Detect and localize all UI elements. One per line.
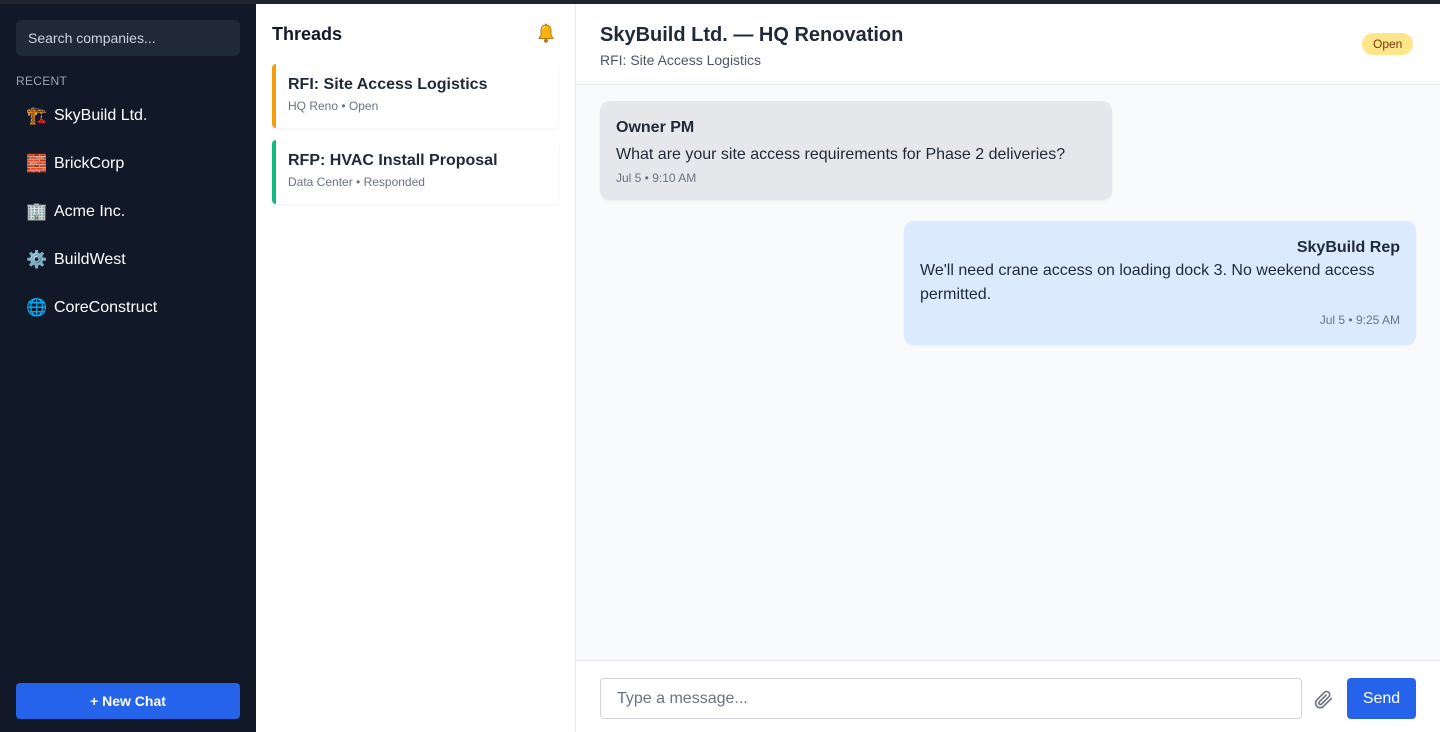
company-item-brickcorp[interactable]: 🧱 BrickCorp [16,140,240,188]
message-timestamp: Jul 5 • 9:25 AM [1319,313,1400,327]
message-incoming: Owner PM What are your site access requi… [600,101,1112,200]
company-name: BrickCorp [54,155,125,172]
message-composer: Send [576,660,1440,732]
thread-item-rfi-site-access[interactable]: RFI: Site Access Logistics HQ Reno • Ope… [272,64,559,128]
thread-title: RFP: HVAC Install Proposal [288,152,498,169]
thread-item-rfp-hvac[interactable]: RFP: HVAC Install Proposal Data Center •… [272,140,559,204]
paperclip-icon[interactable] [1312,688,1334,710]
message-author: Owner PM [616,119,695,136]
app-root: RECENT 🏗️ SkyBuild Ltd. 🧱 BrickCorp 🏢 Ac… [0,4,1440,732]
gear-icon: ⚙️ [26,250,48,269]
company-name: Acme Inc. [54,203,126,220]
company-item-acme[interactable]: 🏢 Acme Inc. [16,188,240,236]
threads-panel: Threads RFI: Site Access Logistics HQ Re… [256,4,576,732]
company-name: CoreConstruct [54,299,158,316]
thread-subtitle: HQ Reno • Open [288,99,379,113]
company-item-buildwest[interactable]: ⚙️ BuildWest [16,236,240,284]
conversation-header: SkyBuild Ltd. — HQ Renovation RFI: Site … [576,4,1440,85]
message-timestamp: Jul 5 • 9:10 AM [616,171,697,185]
status-badge: Open [1362,33,1414,55]
message-input[interactable] [600,678,1302,719]
company-name: BuildWest [54,251,126,268]
message-text: We'll need crane access on loading dock … [920,262,1375,303]
thread-title: RFI: Site Access Logistics [288,76,488,93]
company-search-input[interactable] [16,20,240,56]
company-item-coreconstruct[interactable]: 🌐 CoreConstruct [16,284,240,332]
sidebar: RECENT 🏗️ SkyBuild Ltd. 🧱 BrickCorp 🏢 Ac… [0,4,256,732]
threads-title: Threads [272,24,343,44]
company-name: SkyBuild Ltd. [54,107,148,124]
send-button[interactable]: Send [1347,678,1416,719]
brick-icon: 🧱 [26,154,48,173]
company-list: 🏗️ SkyBuild Ltd. 🧱 BrickCorp 🏢 Acme Inc.… [16,92,240,332]
new-chat-button[interactable]: + New Chat [16,683,240,719]
office-building-icon: 🏢 [26,202,48,221]
recent-section-label: RECENT [16,74,68,88]
conversation-subtitle: RFI: Site Access Logistics [600,52,762,68]
conversation-panel: SkyBuild Ltd. — HQ Renovation RFI: Site … [576,4,1440,732]
company-item-skybuild[interactable]: 🏗️ SkyBuild Ltd. [16,92,240,140]
notifications-bell-icon[interactable] [534,22,558,46]
message-outgoing: SkyBuild Rep We'll need crane access on … [904,221,1416,345]
message-author: SkyBuild Rep [1296,239,1400,256]
thread-subtitle: Data Center • Responded [288,175,425,189]
conversation-title: SkyBuild Ltd. — HQ Renovation [600,24,904,46]
message-text: What are your site access requirements f… [616,146,1066,163]
globe-icon: 🌐 [26,298,48,317]
construction-crane-icon: 🏗️ [26,106,48,125]
